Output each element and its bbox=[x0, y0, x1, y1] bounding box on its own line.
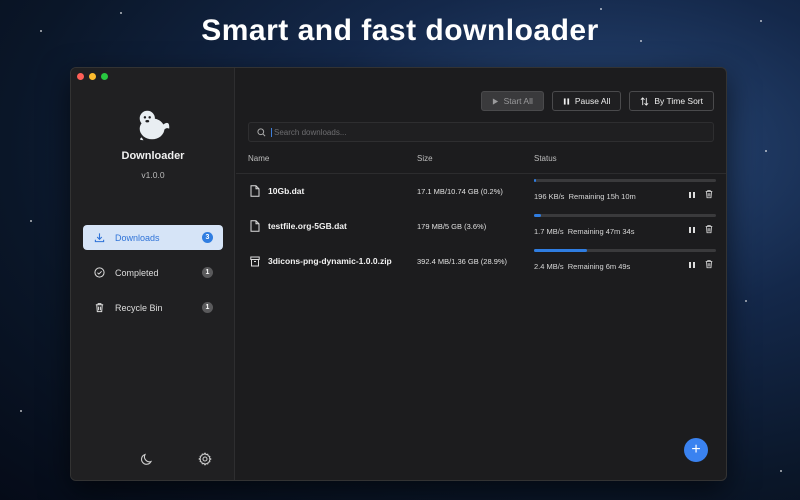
sidebar-item-label: Downloads bbox=[115, 232, 160, 243]
table-row[interactable]: 3dicons-png-dynamic-1.0.0.zip 392.4 MB/1… bbox=[236, 248, 726, 283]
pause-icon[interactable] bbox=[687, 225, 697, 235]
trash-icon[interactable] bbox=[704, 224, 714, 234]
window-controls bbox=[77, 73, 108, 80]
progress-bar bbox=[534, 214, 716, 217]
download-status: 1.7 MB/s Remaining 47m 34s bbox=[534, 227, 634, 236]
promo-headline: Smart and fast downloader bbox=[201, 14, 599, 47]
toolbar: Start All Pause All By Time Sort bbox=[480, 91, 714, 111]
close-button[interactable] bbox=[77, 73, 84, 80]
main-panel: Start All Pause All By Time Sort Name Si… bbox=[236, 68, 726, 480]
seal-logo-icon bbox=[139, 110, 170, 141]
file-size: 392.4 MB/1.36 GB (28.9%) bbox=[417, 257, 508, 266]
app-window: Downloader v1.0.0 Downloads 3 Completed bbox=[70, 67, 727, 481]
sidebar-item-label: Recycle Bin bbox=[115, 302, 163, 313]
sidebar-item-downloads[interactable]: Downloads 3 bbox=[83, 225, 223, 250]
zoom-button[interactable] bbox=[101, 73, 108, 80]
app-name: Downloader bbox=[121, 150, 185, 162]
sort-label: By Time Sort bbox=[654, 96, 703, 106]
trash-icon[interactable] bbox=[704, 189, 714, 199]
file-icon bbox=[250, 185, 260, 197]
sidebar-item-completed[interactable]: Completed 1 bbox=[83, 260, 223, 285]
download-icon bbox=[93, 232, 105, 244]
download-speed: 196 KB/s bbox=[534, 192, 565, 201]
column-name[interactable]: Name bbox=[248, 154, 269, 163]
start-all-button[interactable]: Start All bbox=[480, 91, 544, 111]
progress-bar bbox=[534, 179, 716, 182]
column-size[interactable]: Size bbox=[417, 154, 433, 163]
sidebar-nav: Downloads 3 Completed 1 Recycle Bin 1 bbox=[83, 225, 223, 330]
time-remaining: Remaining 15h 10m bbox=[568, 192, 636, 201]
file-name: 3dicons-png-dynamic-1.0.0.zip bbox=[268, 256, 392, 266]
archive-icon bbox=[250, 256, 260, 267]
trash-icon[interactable] bbox=[704, 259, 714, 269]
table-row[interactable]: 10Gb.dat 17.1 MB/10.74 GB (0.2%) 196 KB/… bbox=[236, 178, 726, 213]
pause-all-label: Pause All bbox=[574, 96, 611, 106]
time-remaining: Remaining 6m 49s bbox=[567, 262, 631, 271]
pause-all-button[interactable]: Pause All bbox=[551, 91, 622, 111]
search-input[interactable] bbox=[271, 127, 682, 137]
file-icon bbox=[250, 220, 260, 232]
trash-icon bbox=[93, 302, 105, 314]
file-size: 179 MB/5 GB (3.6%) bbox=[417, 222, 487, 231]
sidebar-item-label: Completed bbox=[115, 267, 159, 278]
progress-bar bbox=[534, 249, 716, 252]
moon-icon[interactable] bbox=[140, 452, 154, 466]
start-all-label: Start All bbox=[503, 96, 533, 106]
pause-icon bbox=[563, 97, 570, 105]
sort-button[interactable]: By Time Sort bbox=[629, 91, 714, 111]
sort-arrows-icon bbox=[640, 96, 649, 106]
count-badge: 1 bbox=[202, 267, 213, 278]
file-size: 17.1 MB/10.74 GB (0.2%) bbox=[417, 187, 503, 196]
app-version: v1.0.0 bbox=[141, 170, 165, 180]
sidebar-item-recycle-bin[interactable]: Recycle Bin 1 bbox=[83, 295, 223, 320]
download-status: 2.4 MB/s Remaining 6m 49s bbox=[534, 262, 630, 271]
download-speed: 2.4 MB/s bbox=[534, 262, 564, 271]
time-remaining: Remaining 47m 34s bbox=[567, 227, 635, 236]
file-name: 10Gb.dat bbox=[268, 186, 305, 196]
pause-icon[interactable] bbox=[687, 260, 697, 270]
table-header: Name Size Status bbox=[236, 152, 726, 174]
count-badge: 3 bbox=[202, 232, 213, 243]
download-speed: 1.7 MB/s bbox=[534, 227, 564, 236]
add-download-button[interactable]: + bbox=[684, 438, 708, 462]
play-icon bbox=[492, 97, 498, 105]
pause-icon[interactable] bbox=[687, 190, 697, 200]
column-status[interactable]: Status bbox=[534, 154, 557, 163]
file-name: testfile.org-5GB.dat bbox=[268, 221, 347, 231]
search-bar[interactable] bbox=[248, 122, 714, 142]
download-status: 196 KB/s Remaining 15h 10m bbox=[534, 192, 636, 201]
search-icon bbox=[257, 127, 266, 136]
check-circle-icon bbox=[93, 267, 105, 279]
sidebar: Downloader v1.0.0 Downloads 3 Completed bbox=[71, 68, 235, 480]
count-badge: 1 bbox=[202, 302, 213, 313]
minimize-button[interactable] bbox=[89, 73, 96, 80]
table-row[interactable]: testfile.org-5GB.dat 179 MB/5 GB (3.6%) … bbox=[236, 213, 726, 248]
gear-icon[interactable] bbox=[198, 452, 212, 466]
